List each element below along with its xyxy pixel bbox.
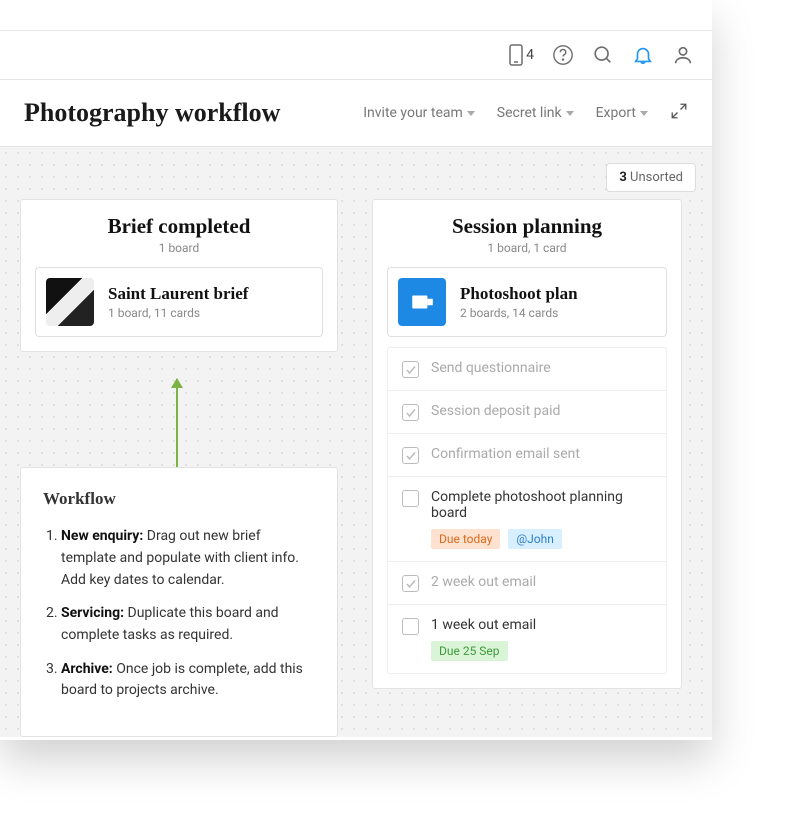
column-header: Brief completed 1 board (35, 214, 323, 255)
task-item[interactable]: Session deposit paid (388, 390, 666, 433)
task-item[interactable]: Complete photoshoot planning board Due to… (388, 476, 666, 561)
note-item: New enquiry: Drag out new brief template… (61, 526, 315, 591)
help-icon (552, 44, 574, 66)
task-label: Confirmation email sent (431, 446, 580, 462)
task-checkbox[interactable] (402, 490, 419, 507)
tag[interactable]: @John (508, 529, 561, 549)
column-title: Session planning (387, 214, 667, 239)
connector-arrow (176, 379, 178, 467)
device-count: 4 (526, 47, 534, 63)
card-subtitle: 1 board, 11 cards (108, 306, 248, 320)
phone-icon (508, 44, 524, 66)
task-body: Confirmation email sent (431, 446, 580, 462)
task-body: 1 week out email Due 25 Sep (431, 617, 536, 661)
task-item[interactable]: 2 week out email (388, 561, 666, 604)
task-body: Send questionnaire (431, 360, 551, 376)
task-tags: Due today @John (431, 529, 652, 549)
app-window: 4 Photography workflow Invite your team … (0, 0, 712, 740)
task-label: Complete photoshoot planning board (431, 489, 652, 521)
unsorted-badge[interactable]: 3 Unsorted (606, 163, 696, 192)
card-saint-laurent[interactable]: Saint Laurent brief 1 board, 11 cards (35, 267, 323, 337)
note-item: Servicing: Duplicate this board and comp… (61, 603, 315, 646)
unsorted-count: 3 (619, 170, 626, 185)
task-item[interactable]: 1 week out email Due 25 Sep (388, 604, 666, 673)
card-title: Photoshoot plan (460, 284, 578, 304)
camera-icon (409, 289, 435, 315)
bell-icon (632, 44, 654, 66)
task-tags: Due 25 Sep (431, 641, 536, 661)
expand-icon (670, 102, 688, 120)
column-session-planning[interactable]: Session planning 1 board, 1 card Photosh… (372, 199, 682, 689)
invite-team-button[interactable]: Invite your team (363, 105, 475, 121)
secret-link-button[interactable]: Secret link (497, 105, 574, 121)
task-checkbox[interactable] (402, 404, 419, 421)
column-subtitle: 1 board (35, 241, 323, 255)
note-item-term: Servicing: (61, 605, 128, 621)
person-icon (672, 44, 694, 66)
card-subtitle: 2 boards, 14 cards (460, 306, 578, 320)
task-checkbox[interactable] (402, 447, 419, 464)
task-body: Complete photoshoot planning board Due to… (431, 489, 652, 549)
task-label: 1 week out email (431, 617, 536, 633)
workflow-note[interactable]: Workflow New enquiry: Drag out new brief… (20, 467, 338, 737)
devices-button[interactable]: 4 (508, 44, 534, 66)
card-thumbnail (398, 278, 446, 326)
card-title: Saint Laurent brief (108, 284, 248, 304)
task-checkbox[interactable] (402, 361, 419, 378)
task-label: Send questionnaire (431, 360, 551, 376)
note-item-term: Archive: (61, 661, 116, 677)
help-button[interactable] (552, 44, 574, 66)
card-photoshoot-plan[interactable]: Photoshoot plan 2 boards, 14 cards (387, 267, 667, 337)
card-text: Saint Laurent brief 1 board, 11 cards (108, 284, 248, 320)
card-thumbnail (46, 278, 94, 326)
secret-link-label: Secret link (497, 105, 562, 121)
column-brief-completed[interactable]: Brief completed 1 board Saint Laurent br… (20, 199, 338, 352)
export-label: Export (596, 105, 636, 121)
top-utility-bar: 4 (0, 30, 712, 80)
task-item[interactable]: Send questionnaire (388, 348, 666, 390)
chevron-down-icon (640, 111, 648, 116)
tag[interactable]: Due 25 Sep (431, 641, 508, 661)
task-body: Session deposit paid (431, 403, 560, 419)
task-item[interactable]: Confirmation email sent (388, 433, 666, 476)
task-checkbox[interactable] (402, 575, 419, 592)
column-header: Session planning 1 board, 1 card (387, 214, 667, 255)
expand-button[interactable] (670, 102, 688, 124)
note-title: Workflow (43, 486, 315, 512)
title-bar: Photography workflow Invite your team Se… (0, 80, 712, 147)
title-actions: Invite your team Secret link Export (363, 102, 688, 124)
note-item-term: New enquiry: (61, 528, 147, 544)
note-item: Archive: Once job is complete, add this … (61, 659, 315, 702)
account-button[interactable] (672, 44, 694, 66)
notifications-button[interactable] (632, 44, 654, 66)
task-label: 2 week out email (431, 574, 536, 590)
column-title: Brief completed (35, 214, 323, 239)
note-list: New enquiry: Drag out new brief template… (43, 526, 315, 702)
card-text: Photoshoot plan 2 boards, 14 cards (460, 284, 578, 320)
task-checkbox[interactable] (402, 618, 419, 635)
search-icon (592, 44, 614, 66)
task-list: Send questionnaire Session deposit paid Co… (387, 347, 667, 674)
page-title: Photography workflow (24, 98, 363, 128)
invite-team-label: Invite your team (363, 105, 463, 121)
board-canvas[interactable]: 3 Unsorted Brief completed 1 board Saint… (0, 147, 712, 737)
column-subtitle: 1 board, 1 card (387, 241, 667, 255)
task-label: Session deposit paid (431, 403, 560, 419)
export-button[interactable]: Export (596, 105, 648, 121)
chevron-down-icon (566, 111, 574, 116)
search-button[interactable] (592, 44, 614, 66)
task-body: 2 week out email (431, 574, 536, 590)
unsorted-label: Unsorted (627, 170, 683, 185)
tag[interactable]: Due today (431, 529, 500, 549)
chevron-down-icon (467, 111, 475, 116)
